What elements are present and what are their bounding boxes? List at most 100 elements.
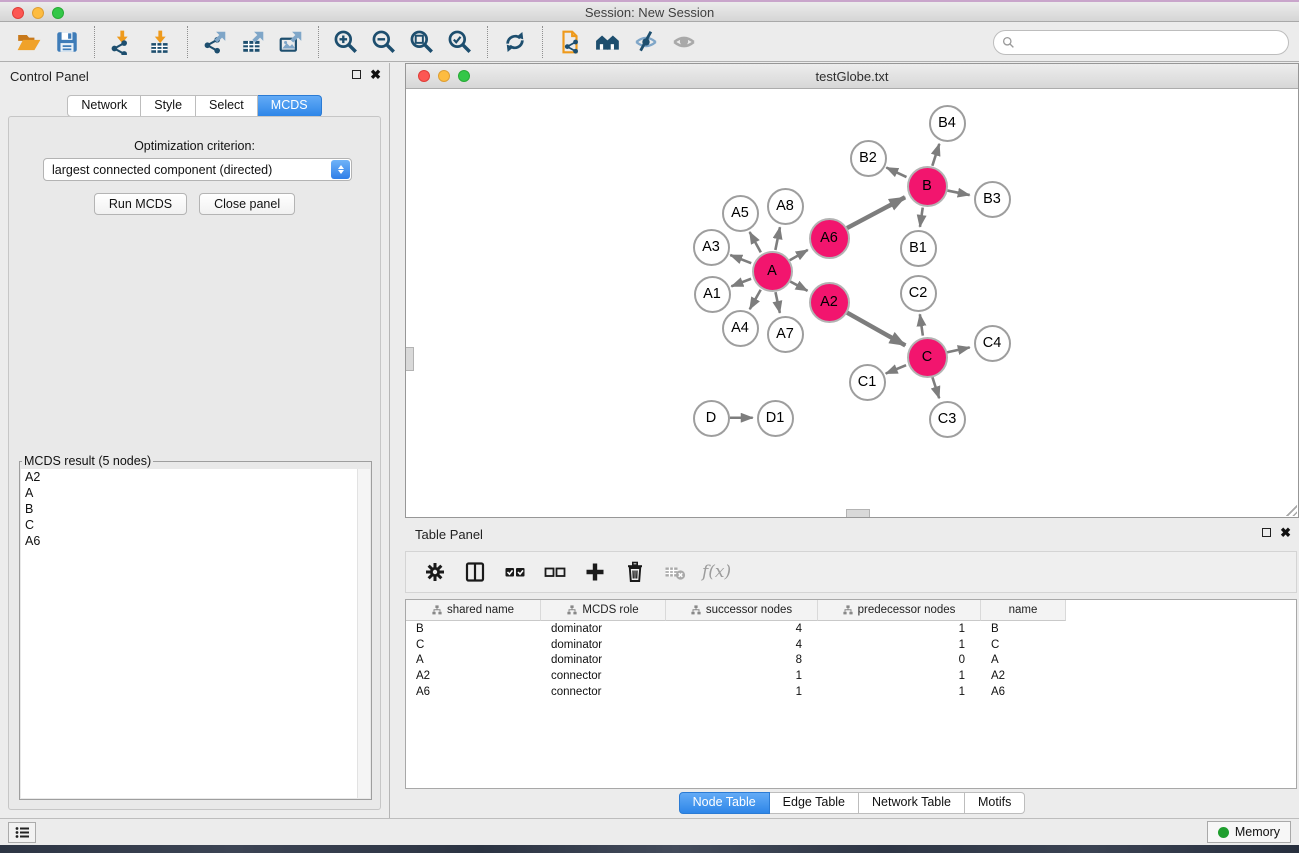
edge-A-A3[interactable] bbox=[730, 255, 751, 263]
tab-select[interactable]: Select bbox=[196, 95, 258, 117]
run-mcds-button[interactable]: Run MCDS bbox=[94, 193, 187, 215]
deselect-all-button[interactable] bbox=[538, 557, 572, 587]
tab-edge-table[interactable]: Edge Table bbox=[770, 792, 859, 814]
close-table-panel-icon[interactable]: ✖ bbox=[1280, 527, 1291, 538]
node-B4[interactable]: B4 bbox=[929, 105, 966, 142]
edge-C-C2[interactable] bbox=[920, 314, 923, 335]
node-A2[interactable]: A2 bbox=[809, 282, 850, 323]
tab-motifs[interactable]: Motifs bbox=[965, 792, 1025, 814]
node-C4[interactable]: C4 bbox=[974, 325, 1011, 362]
edge-A6-B[interactable] bbox=[847, 197, 905, 228]
edge-A-A4[interactable] bbox=[750, 290, 761, 310]
node-A3[interactable]: A3 bbox=[693, 229, 730, 266]
close-panel-icon[interactable]: ✖ bbox=[370, 69, 381, 80]
node-C1[interactable]: C1 bbox=[849, 364, 886, 401]
column-header-MCDS-role[interactable]: MCDS role bbox=[541, 600, 666, 621]
tab-network-table[interactable]: Network Table bbox=[859, 792, 965, 814]
node-A1[interactable]: A1 bbox=[694, 276, 731, 313]
result-list-scrollbar[interactable] bbox=[357, 469, 370, 798]
trash-button[interactable] bbox=[618, 557, 652, 587]
column-header-name[interactable]: name bbox=[981, 600, 1066, 621]
result-item[interactable]: A6 bbox=[21, 533, 370, 549]
memory-button[interactable]: Memory bbox=[1207, 821, 1291, 843]
result-item[interactable]: A2 bbox=[21, 469, 370, 485]
edge-C-C3[interactable] bbox=[932, 377, 939, 398]
criterion-dropdown[interactable]: largest connected component (directed) bbox=[43, 158, 352, 181]
edge-B-B3[interactable] bbox=[947, 190, 970, 195]
tab-mcds[interactable]: MCDS bbox=[258, 95, 322, 117]
node-B[interactable]: B bbox=[907, 166, 948, 207]
edge-A-A6[interactable] bbox=[790, 250, 808, 260]
canvas-left-grip[interactable] bbox=[406, 347, 414, 371]
result-item[interactable]: B bbox=[21, 501, 370, 517]
edge-C-C4[interactable] bbox=[947, 347, 970, 352]
result-item[interactable]: A bbox=[21, 485, 370, 501]
node-C3[interactable]: C3 bbox=[929, 401, 966, 438]
add-button[interactable] bbox=[578, 557, 612, 587]
export-table-button[interactable] bbox=[238, 27, 268, 57]
search-input[interactable] bbox=[1015, 36, 1288, 50]
column-header-predecessor-nodes[interactable]: predecessor nodes bbox=[818, 600, 981, 621]
edge-A-A2[interactable] bbox=[790, 281, 807, 290]
edge-A-A5[interactable] bbox=[750, 232, 761, 252]
save-button[interactable] bbox=[52, 27, 82, 57]
mcds-result-list[interactable]: A2ABCA6 bbox=[21, 469, 370, 798]
function-builder-button[interactable]: f(x) bbox=[702, 562, 731, 582]
node-C[interactable]: C bbox=[907, 337, 948, 378]
edge-B-B1[interactable] bbox=[920, 208, 923, 227]
network-window-titlebar[interactable]: testGlobe.txt bbox=[406, 64, 1298, 89]
import-network-button[interactable] bbox=[107, 27, 137, 57]
float-panel-icon[interactable] bbox=[352, 70, 361, 79]
node-B3[interactable]: B3 bbox=[974, 181, 1011, 218]
node-A6[interactable]: A6 bbox=[809, 218, 850, 259]
task-history-button[interactable] bbox=[8, 822, 36, 843]
result-item[interactable]: C bbox=[21, 517, 370, 533]
edge-A2-C[interactable] bbox=[847, 312, 906, 345]
zoom-fit-button[interactable] bbox=[407, 27, 437, 57]
node-A7[interactable]: A7 bbox=[767, 316, 804, 353]
search-box[interactable] bbox=[993, 30, 1289, 55]
tab-style[interactable]: Style bbox=[141, 95, 196, 117]
edge-B-B2[interactable] bbox=[886, 168, 906, 178]
gear-button[interactable] bbox=[418, 557, 452, 587]
zoom-in-button[interactable] bbox=[331, 27, 361, 57]
hide-details-button[interactable] bbox=[631, 27, 661, 57]
network-canvas[interactable]: B4 B2 B B3 A5A8A6 A3 B1 A A1 C2 A2 A4A7 C4 C C1 D D1 C3 bbox=[406, 89, 1298, 517]
column-header-shared-name[interactable]: shared name bbox=[406, 600, 541, 621]
edge-B-B4[interactable] bbox=[932, 144, 939, 166]
table-row[interactable]: Adominator80A bbox=[406, 653, 1296, 669]
zoom-selected-button[interactable] bbox=[445, 27, 475, 57]
edge-A-A8[interactable] bbox=[775, 227, 780, 250]
node-A5[interactable]: A5 bbox=[722, 195, 759, 232]
open-button[interactable] bbox=[14, 27, 44, 57]
node-A4[interactable]: A4 bbox=[722, 310, 759, 347]
node-table[interactable]: shared nameMCDS rolesuccessor nodesprede… bbox=[405, 599, 1297, 789]
edge-A-A1[interactable] bbox=[731, 279, 751, 287]
tab-node-table[interactable]: Node Table bbox=[679, 792, 770, 814]
node-C2[interactable]: C2 bbox=[900, 275, 937, 312]
export-image-button[interactable] bbox=[276, 27, 306, 57]
import-table-button[interactable] bbox=[145, 27, 175, 57]
node-A8[interactable]: A8 bbox=[767, 188, 804, 225]
node-A[interactable]: A bbox=[752, 251, 793, 292]
refresh-button[interactable] bbox=[500, 27, 530, 57]
node-B1[interactable]: B1 bbox=[900, 230, 937, 267]
table-row[interactable]: Bdominator41B bbox=[406, 621, 1296, 637]
columns-button[interactable] bbox=[458, 557, 492, 587]
node-D[interactable]: D bbox=[693, 400, 730, 437]
node-B2[interactable]: B2 bbox=[850, 140, 887, 177]
home-button[interactable] bbox=[593, 27, 623, 57]
show-details-button[interactable] bbox=[669, 27, 699, 57]
node-D1[interactable]: D1 bbox=[757, 400, 794, 437]
select-all-button[interactable] bbox=[498, 557, 532, 587]
float-table-panel-icon[interactable] bbox=[1262, 528, 1271, 537]
table-row[interactable]: Cdominator41C bbox=[406, 637, 1296, 653]
tab-network[interactable]: Network bbox=[67, 95, 141, 117]
edge-A-A7[interactable] bbox=[775, 292, 779, 313]
column-header-successor-nodes[interactable]: successor nodes bbox=[666, 600, 818, 621]
table-row[interactable]: A6connector11A6 bbox=[406, 684, 1296, 700]
clone-network-button[interactable] bbox=[555, 27, 585, 57]
export-network-button[interactable] bbox=[200, 27, 230, 57]
table-row[interactable]: A2connector11A2 bbox=[406, 668, 1296, 684]
zoom-out-button[interactable] bbox=[369, 27, 399, 57]
